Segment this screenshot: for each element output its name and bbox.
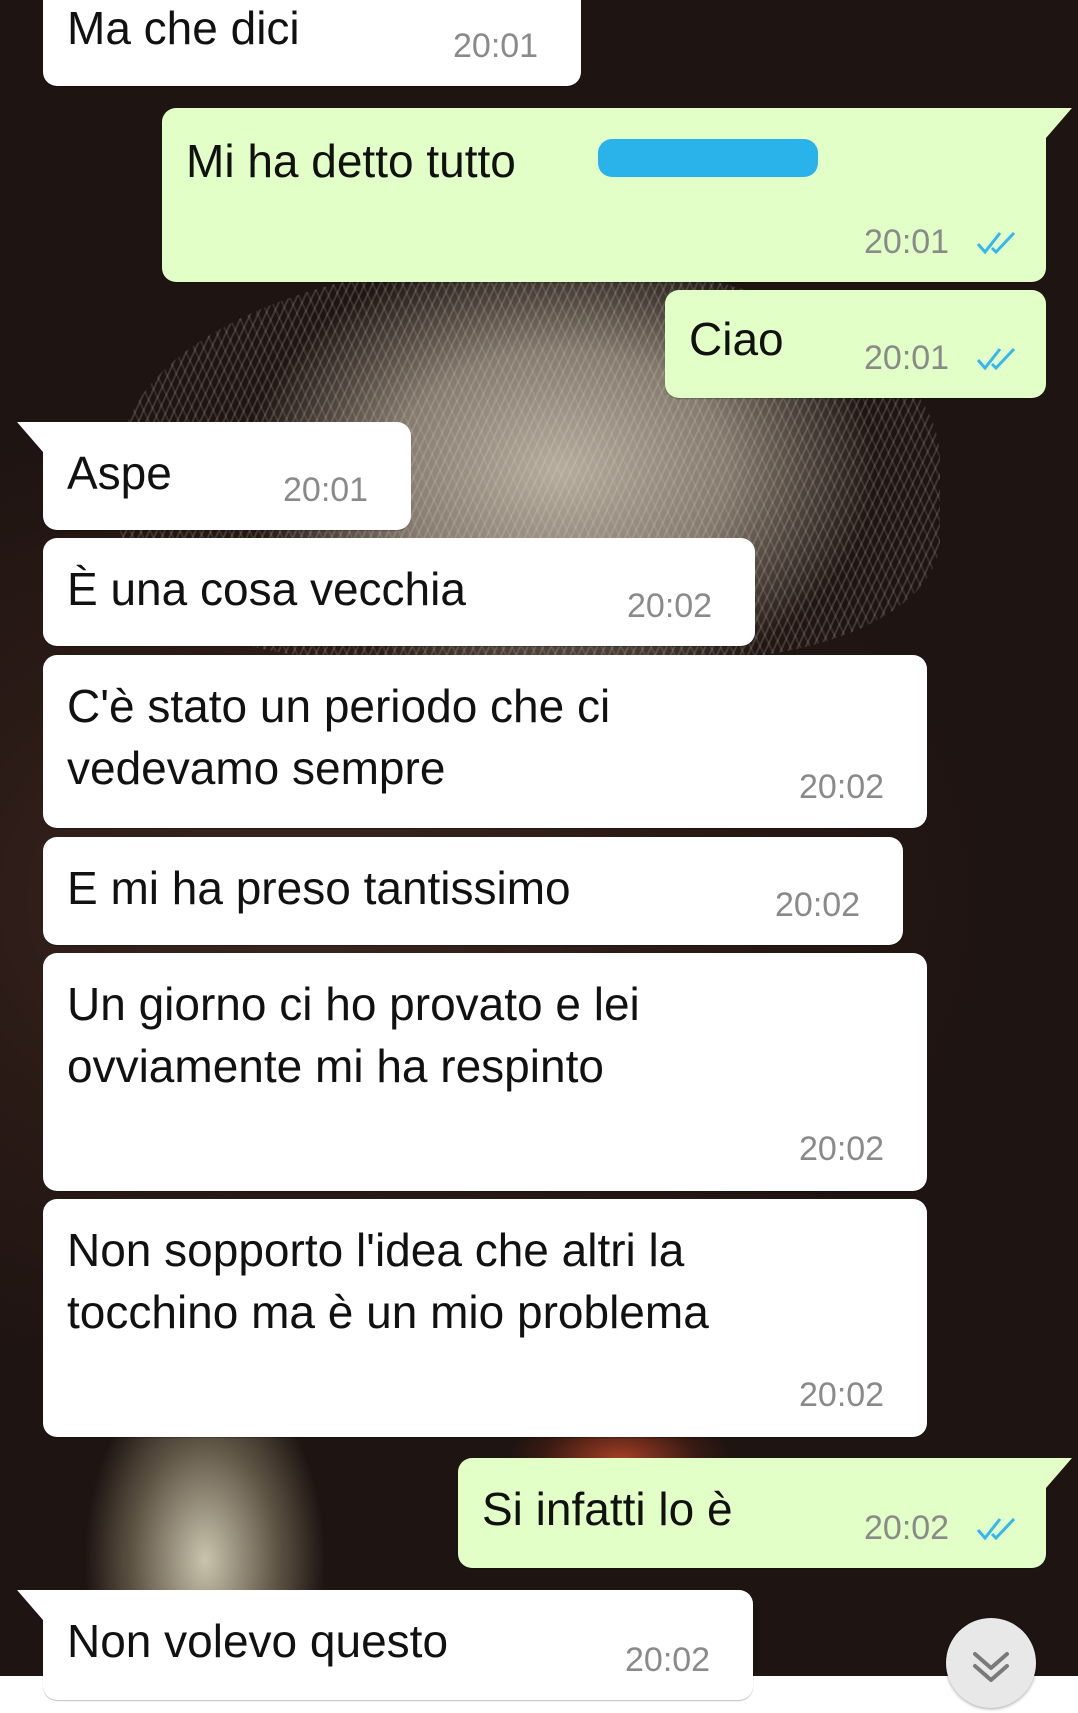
message-text: Aspe (67, 447, 172, 499)
message-time: 20:02 (799, 1376, 885, 1414)
redaction-bar (598, 139, 818, 177)
message-bubble-outgoing[interactable]: Ciao 20:01 (665, 290, 1046, 398)
message-text: Ciao (689, 313, 784, 365)
message-bubble-incoming[interactable]: E mi ha preso tantissimo 20:02 (43, 837, 903, 945)
message-text: E mi ha preso tantissimo (67, 862, 571, 914)
double-check-icon (976, 347, 1016, 371)
message-text: Non volevo questo (67, 1615, 449, 1667)
message-bubble-incoming[interactable]: Aspe 20:01 (43, 422, 411, 530)
message-text: Un giorno ci ho provato e lei ovviamente… (67, 978, 640, 1092)
message-bubble-incoming[interactable]: C'è stato un periodo che ci vedevamo sem… (43, 655, 927, 828)
chevron-down-icon (973, 1652, 1009, 1682)
message-text: Ma che dici (67, 2, 300, 54)
message-bubble-incoming[interactable]: Non volevo questo 20:02 (43, 1590, 753, 1700)
message-time: 20:01 (864, 339, 950, 377)
message-time: 20:01 (283, 471, 369, 509)
message-bubble-incoming[interactable]: Un giorno ci ho provato e lei ovviamente… (43, 953, 927, 1191)
message-time: 20:01 (864, 223, 950, 261)
bubble-tail (1046, 108, 1072, 138)
message-time: 20:02 (775, 886, 861, 924)
message-bubble-outgoing[interactable]: Mi ha detto tutto 20:01 (162, 108, 1046, 282)
bubble-tail (17, 1590, 43, 1620)
message-time: 20:02 (799, 768, 885, 806)
message-bubble-incoming[interactable]: Non sopporto l'idea che altri la tocchin… (43, 1199, 927, 1437)
double-check-icon (976, 231, 1016, 255)
scroll-to-bottom-button[interactable] (946, 1618, 1036, 1708)
message-text: Non sopporto l'idea che altri la tocchin… (67, 1224, 709, 1338)
message-text: È una cosa vecchia (67, 563, 466, 615)
message-text: Si infatti lo è (482, 1483, 733, 1535)
message-text: C'è stato un periodo che ci vedevamo sem… (67, 680, 611, 794)
message-bubble-incoming[interactable]: È una cosa vecchia 20:02 (43, 538, 755, 646)
message-time: 20:02 (799, 1130, 885, 1168)
message-time: 20:02 (864, 1509, 950, 1547)
bubble-tail (17, 422, 43, 452)
message-time: 20:02 (627, 587, 713, 625)
message-text: Mi ha detto tutto (186, 135, 516, 187)
double-check-icon (976, 1517, 1016, 1541)
message-time: 20:01 (453, 27, 539, 65)
message-time: 20:02 (625, 1641, 711, 1679)
message-bubble-outgoing[interactable]: Si infatti lo è 20:02 (458, 1458, 1046, 1568)
message-bubble-incoming[interactable]: Ma che dici 20:01 (43, 0, 581, 86)
bubble-tail (1046, 1458, 1072, 1488)
